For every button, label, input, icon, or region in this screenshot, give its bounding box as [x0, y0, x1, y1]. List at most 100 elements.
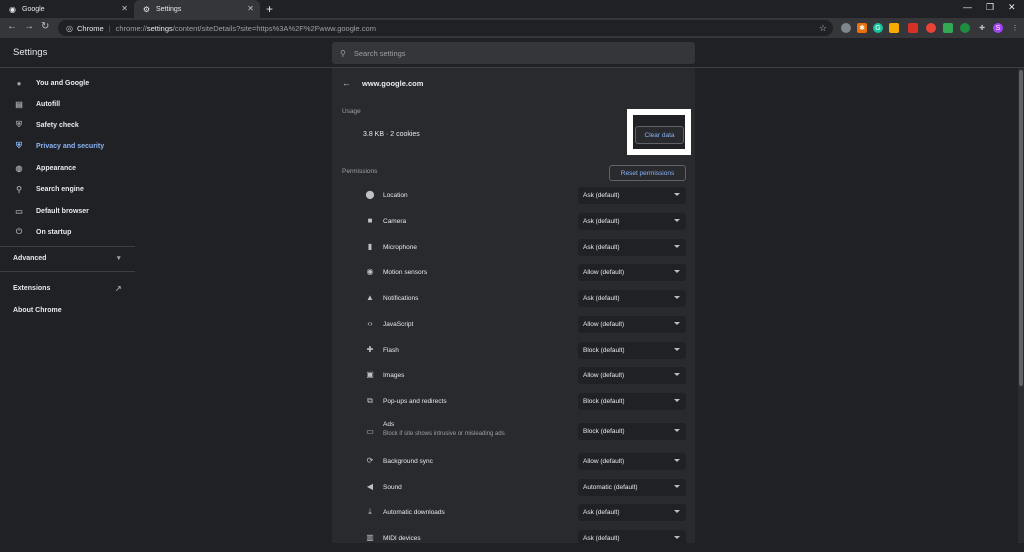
notes-icon[interactable]	[889, 23, 899, 33]
clipboard-icon: ▤	[15, 99, 23, 109]
extension-icon[interactable]	[841, 23, 851, 33]
sidebar-item-you-and-google[interactable]: ● You and Google	[0, 73, 135, 93]
search-icon: ⚲	[340, 48, 346, 58]
settings-header: Settings ⚲ Search settings	[0, 38, 1024, 68]
caret-down-icon	[674, 322, 680, 325]
ads-icon: ▭	[366, 427, 374, 436]
permission-value: Ask (default)	[583, 218, 620, 225]
sidebar-item-about-chrome[interactable]: About Chrome	[0, 300, 135, 320]
address-bar[interactable]: ◎ Chrome | chrome://settings/content/sit…	[58, 20, 833, 36]
back-arrow-icon[interactable]: ←	[342, 78, 351, 88]
permission-row-automatic-downloads: ⤓ Automatic downloads Ask (default)	[332, 500, 695, 526]
permission-row-images: ▣ Images Allow (default)	[332, 363, 695, 389]
separator: |	[108, 23, 111, 33]
sidebar-item-default-browser[interactable]: ▭ Default browser	[0, 201, 135, 221]
reload-icon[interactable]: ↻	[41, 21, 49, 32]
extension-icon[interactable]	[926, 23, 936, 33]
permission-select[interactable]: Allow (default)	[578, 264, 686, 281]
caret-down-icon	[674, 270, 680, 273]
sidebar-item-label: Search engine	[36, 185, 84, 193]
close-window-icon[interactable]: ✕	[1008, 2, 1016, 13]
forward-icon[interactable]: →	[24, 21, 34, 32]
permission-select[interactable]: Allow (default)	[578, 367, 686, 384]
sidebar-item-label: Appearance	[36, 164, 77, 172]
avatar[interactable]: S	[993, 23, 1003, 33]
location-pin-icon: ⬤	[365, 190, 375, 199]
sidebar-item-search-engine[interactable]: ⚲ Search engine	[0, 179, 135, 199]
permission-select[interactable]: Ask (default)	[578, 239, 686, 256]
caret-down-icon	[674, 429, 680, 432]
new-tab-button[interactable]: +	[266, 2, 273, 16]
tab-strip: ◉ Google ✕ ⚙ Settings ✕ + — ❐ ✕	[0, 0, 1024, 18]
extension-icon[interactable]	[960, 23, 970, 33]
permission-name: Sound	[383, 484, 402, 491]
reset-permissions-button[interactable]: Reset permissions	[609, 165, 686, 181]
sidebar-item-privacy-and-security[interactable]: ⛨ Privacy and security	[0, 136, 135, 156]
sidebar: ● You and Google ▤ Autofill ⛨ Safety check …	[0, 68, 135, 543]
scrollbar-thumb[interactable]	[1019, 70, 1023, 386]
permission-name: Ads	[383, 421, 395, 428]
permission-select[interactable]: Ask (default)	[578, 504, 686, 521]
search-placeholder: Search settings	[353, 48, 406, 58]
caret-down-icon	[674, 485, 680, 488]
sidebar-item-advanced[interactable]: Advanced ▾	[0, 248, 135, 268]
permission-select[interactable]: Ask (default)	[578, 213, 686, 230]
puzzle-extensions-icon[interactable]: ✚	[977, 23, 987, 33]
permission-select[interactable]: Ask (default)	[578, 290, 686, 307]
search-input[interactable]: ⚲ Search settings	[332, 42, 695, 64]
sidebar-item-label: About Chrome	[13, 306, 62, 314]
minimize-icon[interactable]: —	[963, 2, 972, 12]
chevron-down-icon: ▾	[117, 255, 121, 262]
extension-icon[interactable]	[943, 23, 953, 33]
back-icon[interactable]: ←	[7, 21, 17, 32]
permission-value: Ask (default)	[583, 509, 620, 516]
permission-value: Automatic (default)	[583, 484, 638, 491]
sidebar-item-appearance[interactable]: ◍ Appearance	[0, 158, 135, 178]
tab-settings[interactable]: ⚙ Settings ✕	[134, 0, 260, 18]
sync-icon: ⟳	[366, 456, 374, 465]
sidebar-item-label: Advanced	[13, 254, 47, 262]
menu-icon[interactable]: ⋮	[1010, 23, 1020, 33]
close-tab-icon[interactable]: ✕	[247, 4, 254, 13]
permission-row-flash: ✚ Flash Block (default)	[332, 338, 695, 364]
permission-value: Allow (default)	[583, 321, 625, 328]
permission-row-background-sync: ⟳ Background sync Allow (default)	[332, 449, 695, 475]
divider	[0, 271, 135, 272]
permission-select[interactable]: Block (default)	[578, 393, 686, 410]
close-tab-icon[interactable]: ✕	[121, 4, 128, 13]
permission-select[interactable]: Block (default)	[578, 423, 686, 440]
sidebar-item-label: Autofill	[36, 100, 61, 108]
sidebar-item-label: You and Google	[36, 79, 90, 87]
midi-icon: ▥	[366, 533, 374, 542]
code-icon: ‹›	[367, 319, 373, 328]
external-link-icon: ↗	[115, 283, 122, 293]
permission-select[interactable]: Ask (default)	[578, 187, 686, 204]
permission-select[interactable]: Automatic (default)	[578, 479, 686, 496]
tab-google[interactable]: ◉ Google ✕	[0, 0, 134, 18]
extension-icon[interactable]: ✱	[857, 23, 867, 33]
permission-row-popups: ⧉ Pop-ups and redirects Block (default)	[332, 389, 695, 415]
permission-select[interactable]: Block (default)	[578, 342, 686, 359]
page-title: Settings	[13, 47, 48, 58]
caret-down-icon	[674, 219, 680, 222]
maximize-icon[interactable]: ❐	[986, 2, 994, 13]
permission-select[interactable]: Allow (default)	[578, 316, 686, 333]
permission-name: JavaScript	[383, 321, 414, 328]
clear-data-button[interactable]: Clear data	[635, 126, 684, 144]
camera-icon: ■	[367, 216, 373, 225]
caret-down-icon	[674, 510, 680, 513]
sidebar-item-extensions[interactable]: Extensions ↗	[0, 278, 135, 298]
star-icon[interactable]: ☆	[819, 23, 827, 34]
permission-name: Flash	[383, 347, 399, 354]
sidebar-item-autofill[interactable]: ▤ Autofill	[0, 94, 135, 114]
extension-icon[interactable]	[908, 23, 918, 33]
divider	[0, 246, 135, 247]
sidebar-item-safety-check[interactable]: ⛨ Safety check	[0, 115, 135, 135]
permission-select[interactable]: Allow (default)	[578, 453, 686, 470]
browser-toolbar: ← → ↻ ◎ Chrome | chrome://settings/conte…	[0, 18, 1024, 38]
grammarly-icon[interactable]: G	[873, 23, 883, 33]
permission-value: Allow (default)	[583, 269, 625, 276]
permission-select[interactable]: Ask (default)	[578, 530, 686, 547]
permission-value: Block (default)	[583, 428, 625, 435]
sidebar-item-on-startup[interactable]: ⏻ On startup	[0, 222, 135, 242]
